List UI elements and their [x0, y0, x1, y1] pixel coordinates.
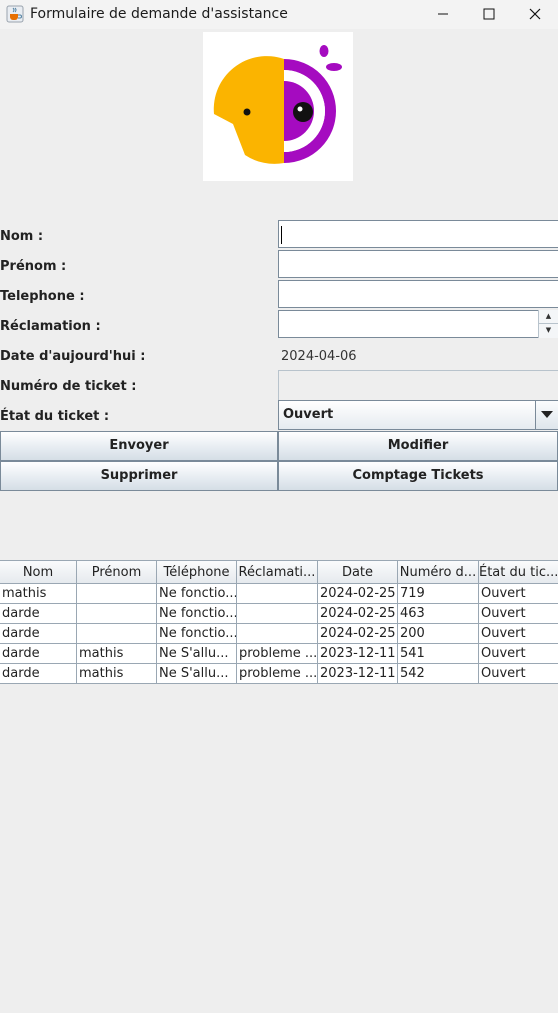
cell-date: 2024-02-25 [318, 604, 398, 623]
envoyer-button[interactable]: Envoyer [0, 431, 278, 461]
cell-numero: 542 [398, 664, 479, 683]
column-header-etat[interactable]: État du tic... [479, 561, 558, 583]
column-header-date[interactable]: Date [318, 561, 398, 583]
cell-numero: 541 [398, 644, 479, 663]
reclamation-input[interactable] [278, 310, 538, 338]
cell-numero: 719 [398, 584, 479, 603]
table-row[interactable]: darde mathis Ne S'allu... probleme ... 2… [0, 644, 558, 664]
cell-prenom: mathis [77, 644, 157, 663]
cell-telephone: Ne S'allu... [157, 644, 237, 663]
telephone-input[interactable] [278, 280, 558, 308]
cell-nom: darde [0, 624, 77, 643]
cell-nom: mathis [0, 584, 77, 603]
cell-nom: darde [0, 664, 77, 683]
cell-etat: Ouvert [481, 626, 526, 641]
cell-etat: Ouvert [481, 586, 526, 601]
cell-reclamation [237, 604, 318, 623]
cell-etat: Ouvert [481, 606, 526, 621]
supprimer-button[interactable]: Supprimer [0, 461, 278, 491]
table-row[interactable]: darde Ne fonctio... 2024-02-25 200 Ouver… [0, 624, 558, 644]
cell-date: 2024-02-25 [318, 624, 398, 643]
table-row[interactable]: darde Ne fonctio... 2024-02-25 463 Ouver… [0, 604, 558, 624]
telephone-label: Telephone : [0, 289, 85, 304]
column-header-prenom[interactable]: Prénom [77, 561, 157, 583]
cell-nom: darde [0, 604, 77, 623]
etat-ticket-select[interactable]: Ouvert [278, 400, 558, 430]
parrot-logo-icon [213, 45, 342, 164]
table-row[interactable]: mathis Ne fonctio... 2024-02-25 719 Ouve… [0, 584, 558, 604]
dropdown-button[interactable] [535, 401, 558, 429]
chevron-down-icon [541, 411, 553, 418]
etat-ticket-label: État du ticket : [0, 409, 110, 424]
reclamation-label: Réclamation : [0, 319, 101, 334]
cell-reclamation: probleme ... [239, 664, 318, 683]
cell-etat: Ouvert [481, 666, 526, 681]
reclamation-spinner[interactable]: ▲ ▼ [538, 310, 558, 338]
nom-input[interactable] [278, 220, 558, 248]
cell-reclamation [237, 584, 318, 603]
cell-numero: 463 [398, 604, 479, 623]
tickets-table: mathis Ne fonctio... 2024-02-25 719 Ouve… [0, 584, 558, 684]
date-value: 2024-04-06 [281, 349, 357, 364]
prenom-label: Prénom : [0, 259, 67, 274]
etat-ticket-selected: Ouvert [283, 407, 334, 422]
cell-reclamation [237, 624, 318, 643]
logo [203, 32, 353, 181]
modifier-button[interactable]: Modifier [278, 431, 558, 461]
minimize-button[interactable] [420, 0, 466, 29]
cell-reclamation: probleme ... [239, 644, 318, 663]
column-header-reclamation[interactable]: Réclamati... [237, 561, 318, 583]
nom-label: Nom : [0, 229, 44, 244]
close-button[interactable] [512, 0, 558, 29]
cell-numero: 200 [398, 624, 479, 643]
numero-ticket-label: Numéro de ticket : [0, 379, 137, 394]
cell-nom: darde [0, 644, 77, 663]
date-label: Date d'aujourd'hui : [0, 349, 146, 364]
prenom-input[interactable] [278, 250, 558, 278]
cell-telephone: Ne fonctio... [159, 624, 237, 643]
comptage-tickets-button[interactable]: Comptage Tickets [278, 461, 558, 491]
text-caret [281, 226, 282, 244]
cell-prenom: mathis [77, 664, 157, 683]
column-header-numero[interactable]: Numéro d... [398, 561, 479, 583]
cell-date: 2024-02-25 [318, 584, 398, 603]
column-header-nom[interactable]: Nom [0, 561, 77, 583]
minimize-icon [438, 13, 448, 15]
maximize-icon [483, 8, 495, 20]
cell-prenom [77, 604, 157, 623]
cell-etat: Ouvert [481, 646, 526, 661]
cell-date: 2023-12-11 [318, 644, 398, 663]
window-title: Formulaire de demande d'assistance [30, 6, 288, 22]
java-cup-icon [6, 5, 24, 23]
cell-telephone: Ne S'allu... [157, 664, 237, 683]
spinner-up-icon[interactable]: ▲ [539, 310, 558, 324]
maximize-button[interactable] [466, 0, 512, 29]
cell-prenom [77, 584, 157, 603]
cell-telephone: Ne fonctio... [159, 604, 237, 623]
cell-telephone: Ne fonctio... [159, 584, 237, 603]
numero-ticket-field [278, 370, 558, 400]
table-header: Nom Prénom Téléphone Réclamati... Date N… [0, 560, 558, 584]
cell-prenom [77, 624, 157, 643]
close-icon [529, 8, 541, 20]
table-row[interactable]: darde mathis Ne S'allu... probleme ... 2… [0, 664, 558, 684]
title-bar: Formulaire de demande d'assistance [0, 0, 558, 29]
cell-date: 2023-12-11 [318, 664, 398, 683]
spinner-down-icon[interactable]: ▼ [539, 324, 558, 337]
column-header-telephone[interactable]: Téléphone [157, 561, 237, 583]
